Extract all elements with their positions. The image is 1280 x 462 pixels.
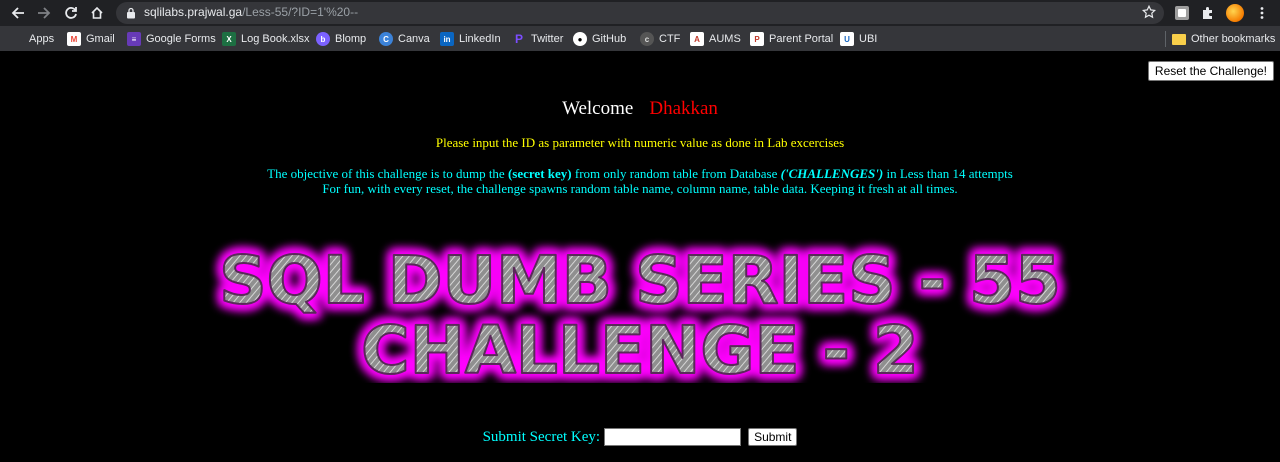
submit-secret-key-label: Submit Secret Key: (482, 428, 601, 445)
bookmark-label: Canva (398, 33, 430, 45)
puzzle-icon (1203, 7, 1212, 19)
objective-line-2: For fun, with every reset, the challenge… (322, 181, 958, 196)
github-icon: ● (573, 32, 587, 46)
objective-text: The objective of this challenge is to du… (0, 166, 1280, 196)
bookmark-label: CTF (659, 33, 681, 45)
bookmark-parent-portal[interactable]: P Parent Portal (750, 31, 833, 47)
other-bookmarks-label: Other bookmarks (1191, 33, 1276, 45)
home-icon (91, 6, 103, 19)
bookmark-canva[interactable]: C Canva (379, 31, 430, 47)
extensions-menu-button[interactable] (1198, 3, 1218, 23)
arrow-right-icon (38, 7, 51, 19)
bookmark-label: Twitter (531, 33, 564, 45)
objective-line-1: The objective of this challenge is to du… (0, 166, 1280, 181)
page-content: Reset the Challenge! Welcome Dhakkan Plea… (0, 53, 1280, 462)
username: Dhakkan (649, 98, 718, 119)
extension-button[interactable] (1172, 3, 1192, 23)
bookmark-google-forms[interactable]: ≡ Google Forms (127, 31, 216, 47)
bookmark-label: Log Book.xlsx (241, 33, 310, 45)
welcome-line: Welcome Dhakkan (0, 98, 1280, 120)
twitter-icon: P (514, 32, 523, 46)
bookmark-ubi[interactable]: U UBI (840, 31, 877, 47)
bookmark-linkedin[interactable]: in LinkedIn (440, 31, 501, 47)
objective-mid: from only random table from Database (571, 166, 781, 181)
gmail-icon: M (67, 32, 81, 46)
browser-menu-button[interactable] (1252, 3, 1272, 23)
bookmark-gmail[interactable]: M Gmail (67, 31, 115, 47)
objective-database: ('CHALLENGES') (780, 166, 884, 181)
bookmark-label: Gmail (86, 33, 115, 45)
avatar (1226, 4, 1244, 22)
objective-secret-key: (secret key) (507, 166, 572, 181)
parent-portal-icon: P (750, 32, 764, 46)
ubi-icon: U (840, 32, 854, 46)
folder-icon (1172, 33, 1186, 45)
challenge-banner: SQL DUMB SERIES - 55 SQL DUMB SERIES - 5… (214, 237, 1066, 383)
bookmark-twitter[interactable]: P Twitter (512, 31, 563, 47)
submit-form: Submit Secret Key: Submit (0, 428, 1280, 446)
bookmark-ctf[interactable]: c CTF (640, 31, 680, 47)
bookmark-apps[interactable]: Apps (12, 31, 54, 47)
bookmark-star-icon[interactable] (1142, 5, 1156, 19)
back-button[interactable] (8, 3, 28, 23)
bookmark-label: Google Forms (146, 33, 216, 45)
bookmarks-bar: Apps M Gmail ≡ Google Forms X Log Book.x… (0, 26, 1280, 52)
aums-icon: A (690, 32, 704, 46)
browser-toolbar: sqlilabs.prajwal.ga/Less-55/?ID=1'%20-- (0, 0, 1280, 26)
bookmark-aums[interactable]: A AUMS (690, 31, 741, 47)
objective-pre: The objective of this challenge is to du… (267, 166, 508, 181)
google-forms-icon: ≡ (127, 32, 141, 46)
banner-line-1: SQL DUMB SERIES - 55 (219, 242, 1061, 319)
apps-grid-icon (12, 33, 24, 45)
excel-icon: X (222, 32, 236, 46)
lock-icon[interactable] (126, 7, 136, 19)
instruction-text: Please input the ID as parameter with nu… (435, 135, 845, 150)
objective-post: in Less than 14 attempts (883, 166, 1013, 181)
submit-button[interactable]: Submit (748, 428, 798, 446)
url-host: sqlilabs.prajwal.ga (144, 5, 243, 19)
bookmark-label: UBI (859, 33, 878, 45)
bookmark-label: AUMS (709, 33, 741, 45)
bookmark-label: Apps (29, 33, 55, 45)
linkedin-icon: in (440, 32, 454, 46)
url-path: /Less-55/?ID=1'%20-- (242, 5, 359, 19)
reload-button[interactable] (61, 3, 81, 23)
arrow-left-icon (11, 7, 24, 19)
extension-icon (1175, 6, 1189, 20)
blomp-icon: b (316, 32, 330, 46)
bookmark-label: LinkedIn (459, 33, 501, 45)
home-button[interactable] (87, 3, 107, 23)
kebab-menu-icon (1260, 7, 1264, 19)
reload-icon (65, 7, 77, 19)
address-bar[interactable]: sqlilabs.prajwal.ga/Less-55/?ID=1'%20-- (116, 2, 1164, 24)
ctf-icon: c (640, 32, 654, 46)
welcome-text: Welcome (562, 98, 634, 119)
bookmark-label: GitHub (592, 33, 627, 45)
canva-icon: C (379, 32, 393, 46)
bookmark-blomp[interactable]: b Blomp (316, 31, 366, 47)
banner-line-2: CHALLENGE - 2 (361, 312, 919, 383)
bookmark-github[interactable]: ● GitHub (573, 31, 626, 47)
forward-button[interactable] (34, 3, 54, 23)
secret-key-input[interactable] (604, 428, 742, 446)
profile-button[interactable] (1225, 3, 1245, 23)
bookmark-other[interactable]: Other bookmarks (1165, 31, 1275, 47)
bookmark-log-book[interactable]: X Log Book.xlsx (222, 31, 309, 47)
reset-challenge-button[interactable]: Reset the Challenge! (1147, 61, 1274, 81)
bookmark-label: Parent Portal (769, 33, 834, 45)
url-text: sqlilabs.prajwal.ga/Less-55/?ID=1'%20-- (144, 5, 358, 19)
bookmark-label: Blomp (335, 33, 367, 45)
